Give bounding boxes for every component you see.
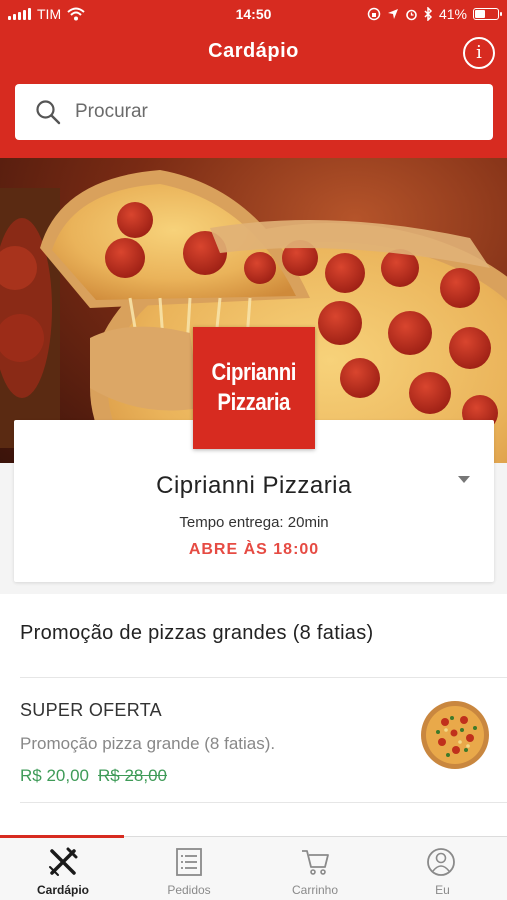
item-old-price: R$ 28,00 [98, 766, 167, 785]
tab-carrinho[interactable]: Carrinho [252, 837, 378, 900]
tab-label: Pedidos [167, 883, 211, 897]
bluetooth-icon [424, 7, 433, 21]
app-screen: TIM 14:50 41% Cardápio i Procurar Cipria… [0, 0, 507, 900]
status-bar: TIM 14:50 41% [0, 0, 507, 30]
search-icon [36, 100, 61, 125]
tab-eu[interactable]: Eu [378, 837, 507, 900]
search-input[interactable] [75, 101, 455, 123]
tab-label: Eu [435, 883, 450, 897]
logo-line-1: Ciprianni [211, 359, 297, 386]
item-price: R$ 20,00 [20, 766, 89, 785]
location-icon [387, 9, 398, 19]
alarm-icon [406, 9, 417, 20]
item-name: SUPER OFERTA [20, 700, 162, 720]
tab-pedidos[interactable]: Pedidos [126, 837, 252, 900]
chevron-down-icon[interactable] [458, 476, 470, 483]
user-icon [427, 848, 455, 876]
battery-percent: 41% [438, 6, 467, 22]
restaurant-name: Ciprianni Pizzaria [156, 472, 352, 499]
item-divider [20, 802, 507, 803]
page-title: Cardápio [208, 40, 299, 62]
tab-label: Cardápio [36, 883, 89, 897]
menu-section: Promoção de pizzas grandes (8 fatias) SU… [0, 594, 507, 836]
section-title: Promoção de pizzas grandes (8 fatias) [20, 622, 374, 644]
header: Cardápio i [0, 30, 507, 158]
search-bar[interactable] [15, 84, 493, 140]
rotation-lock-icon [367, 7, 381, 21]
restaurant-logo: Ciprianni Pizzaria [193, 327, 315, 449]
list-icon [176, 848, 202, 876]
opening-status: ABRE ÀS 18:00 [188, 541, 320, 558]
battery-icon [473, 8, 502, 20]
section-divider [20, 677, 507, 678]
tab-label: Carrinho [291, 883, 339, 897]
fork-knife-icon [49, 847, 78, 876]
tab-cardapio[interactable]: Cardápio [0, 837, 126, 900]
logo-line-2: Pizzaria [217, 389, 291, 416]
cart-icon [302, 850, 329, 875]
info-button[interactable]: i [463, 37, 495, 69]
item-description: Promoção pizza grande (8 fatias). [20, 734, 276, 753]
pizza-thumbnail [421, 701, 489, 769]
delivery-time: Tempo entrega: 20min [179, 514, 329, 531]
tab-bar: Cardápio Pedidos Carrinho Eu [0, 835, 507, 900]
status-right: 41% [367, 6, 502, 22]
